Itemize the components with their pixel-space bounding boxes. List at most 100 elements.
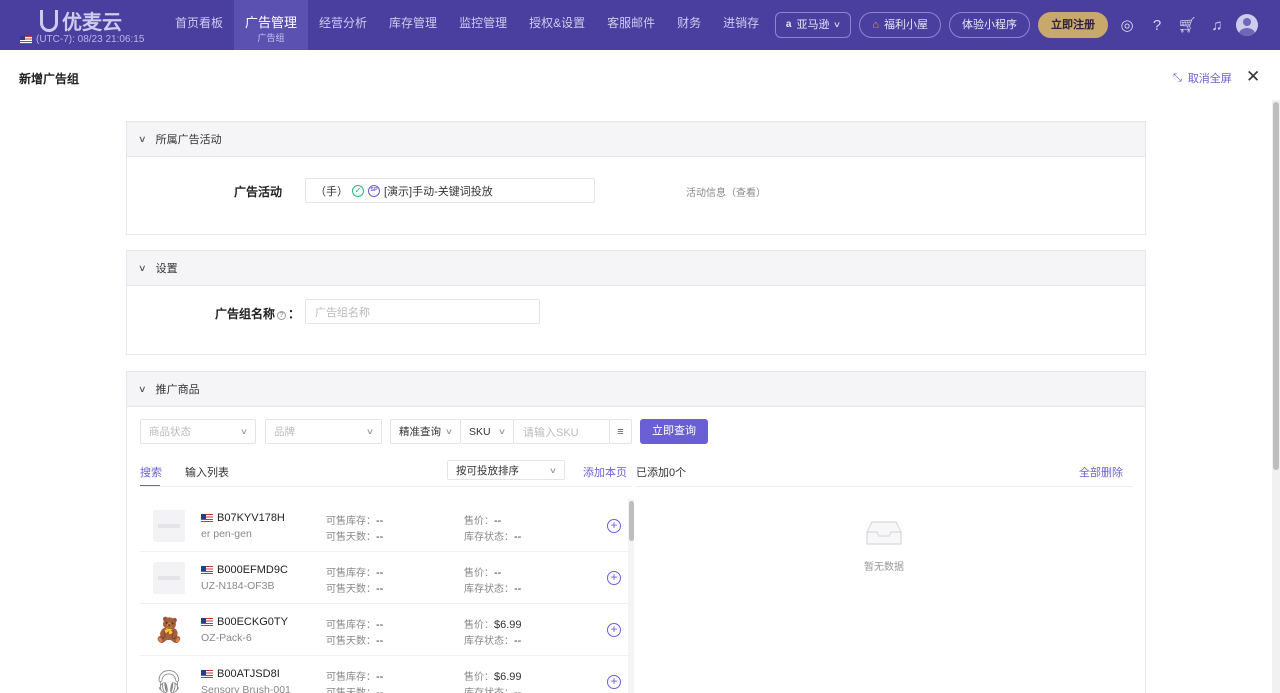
product-list-scrollbar-thumb[interactable]: [629, 501, 634, 541]
product-row: B07KYV178H er pen-gen 可售库存：-- 可售天数：-- 售价…: [140, 500, 630, 552]
sku-search-input[interactable]: 请输入SKU: [513, 419, 610, 444]
product-image: [153, 510, 185, 542]
campaign-label: 广告活动: [233, 185, 282, 199]
added-count: 已添加0个: [636, 467, 687, 479]
campaign-field[interactable]: （手） ✓ SP [演示]手动-关键词投放: [305, 178, 595, 203]
headphones-image: 🎧︎: [153, 666, 185, 693]
sort-select[interactable]: 按可投放排序 ∨: [447, 460, 565, 480]
days-field: 可售天数：--: [326, 635, 384, 647]
campaign-section-header[interactable]: ∨ 所属广告活动: [127, 122, 1145, 157]
nav-item-erp[interactable]: 进销存: [712, 0, 770, 50]
us-flag-icon: [201, 670, 213, 678]
product-sku: OZ-Pack-6: [201, 632, 252, 644]
drawer-scrollbar-thumb[interactable]: [1273, 102, 1279, 470]
days-field: 可售天数：--: [326, 531, 384, 543]
product-asin[interactable]: B07KYV178H: [217, 512, 285, 524]
tab-divider: [140, 486, 632, 487]
nav-item-finance[interactable]: 财务: [666, 0, 712, 50]
ai-assistant-icon[interactable]: ◎: [1116, 14, 1138, 36]
chevron-down-icon: ∨: [239, 427, 249, 436]
chevron-down-icon: ∨: [444, 427, 454, 436]
timezone-text: (UTC-7): 08/23 21:06:15: [36, 34, 145, 45]
price-field: 售价：--: [464, 515, 502, 527]
query-mode-select[interactable]: 精准查询 ∨: [390, 419, 461, 444]
chevron-down-icon: ∨: [497, 427, 507, 436]
shrink-icon: ⤡: [1173, 71, 1182, 84]
us-flag-icon: [201, 566, 213, 574]
product-status-select[interactable]: 商品状态 ∨: [140, 419, 256, 444]
product-asin[interactable]: B00ECKG0TY: [217, 616, 288, 628]
nav-item-mail[interactable]: 客服邮件: [596, 0, 666, 50]
stock-field: 可售库存：--: [326, 567, 384, 579]
products-section-header[interactable]: ∨ 推广商品: [127, 372, 1145, 407]
campaign-name: [演示]手动-关键词投放: [384, 185, 493, 198]
sp-badge-icon: SP: [368, 184, 380, 197]
nav-item-settings[interactable]: 授权&设置: [518, 0, 596, 50]
miniprogram-button[interactable]: 体验小程序: [949, 12, 1030, 38]
nav-sub-label: 广告组: [257, 33, 285, 43]
chevron-down-icon: ∨: [833, 20, 842, 29]
batch-input-button[interactable]: ≡: [609, 419, 632, 444]
campaign-info-link[interactable]: 活动信息（查看）: [686, 184, 766, 199]
nav-item-ads[interactable]: 广告管理 广告组: [234, 0, 309, 50]
brand-select[interactable]: 品牌 ∨: [265, 419, 382, 444]
topbar-actions: a 亚马逊 ∨ ⌂ 福利小屋 体验小程序 立即注册 ◎ ? 🛒︎ ♫︎: [774, 12, 1258, 38]
nav-item-inventory[interactable]: 库存管理: [378, 0, 448, 50]
stock-field: 可售库存：--: [326, 671, 384, 683]
days-field: 可售天数：--: [326, 687, 384, 693]
empty-inbox-icon: [866, 521, 902, 545]
product-sku: Sensory Brush-001: [201, 684, 291, 693]
tab-search[interactable]: 搜索: [140, 464, 162, 480]
chevron-down-icon: ∨: [138, 262, 147, 273]
logo[interactable]: 优麦云: [40, 6, 122, 35]
product-sku: UZ-N184-OF3B: [201, 580, 275, 592]
nav-item-analysis[interactable]: 经营分析: [308, 0, 378, 50]
us-flag-icon: [20, 35, 32, 44]
help-icon[interactable]: ?: [1146, 14, 1168, 36]
empty-state-text: 暂无数据: [864, 562, 904, 573]
question-icon[interactable]: ?: [276, 311, 286, 320]
nav-item-dashboard[interactable]: 首页看板: [164, 0, 234, 50]
chevron-down-icon: ∨: [365, 427, 375, 436]
days-field: 可售天数：--: [326, 583, 384, 595]
add-product-icon[interactable]: +: [607, 623, 621, 637]
delete-all-link[interactable]: 全部删除: [1079, 464, 1123, 480]
add-product-icon[interactable]: +: [607, 519, 621, 533]
product-row: B000EFMD9C UZ-N184-OF3B 可售库存：-- 可售天数：-- …: [140, 552, 630, 604]
close-icon[interactable]: ✕: [1246, 68, 1260, 86]
store-selector[interactable]: a 亚马逊 ∨: [774, 12, 852, 38]
register-button[interactable]: 立即注册: [1038, 12, 1108, 38]
campaign-section: ∨ 所属广告活动: [126, 121, 1146, 235]
product-image: [153, 562, 185, 594]
welfare-button[interactable]: ⌂ 福利小屋: [859, 12, 941, 38]
tab-input-list[interactable]: 输入列表: [185, 464, 229, 480]
stock-field: 可售库存：--: [326, 515, 384, 527]
chevron-down-icon: ∨: [548, 465, 558, 475]
nav-item-monitor[interactable]: 监控管理: [448, 0, 518, 50]
product-asin[interactable]: B000EFMD9C: [217, 564, 288, 576]
add-product-icon[interactable]: +: [607, 675, 621, 689]
bell-icon[interactable]: ♫︎: [1206, 14, 1228, 36]
product-row: 🎧︎ B00ATJSD8I Sensory Brush-001 可售库存：-- …: [140, 656, 630, 693]
stock-status-field: 库存状态：--: [464, 531, 522, 543]
stock-status-field: 库存状态：--: [464, 635, 522, 647]
add-page-link[interactable]: 添加本页: [583, 464, 627, 480]
price-field: 售价：--: [464, 567, 502, 579]
chevron-down-icon: ∨: [138, 133, 147, 144]
cancel-fullscreen-button[interactable]: ⤡ 取消全屏: [1173, 70, 1232, 86]
product-asin[interactable]: B00ATJSD8I: [217, 668, 280, 680]
adgroup-name-input[interactable]: 广告组名称: [305, 299, 540, 324]
timezone-clock: (UTC-7): 08/23 21:06:15: [20, 34, 144, 45]
list-lines-icon: ≡: [617, 425, 624, 438]
logo-mark-icon: [40, 9, 58, 32]
search-button[interactable]: 立即查询: [640, 419, 708, 444]
cart-icon[interactable]: 🛒︎: [1176, 14, 1198, 36]
add-product-icon[interactable]: +: [607, 571, 621, 585]
avatar[interactable]: [1236, 14, 1258, 36]
product-row: 🧸 B00ECKG0TY OZ-Pack-6 可售库存：-- 可售天数：-- 售…: [140, 604, 630, 656]
drawer-title: 新增广告组: [19, 72, 80, 86]
query-field-select[interactable]: SKU ∨: [461, 419, 514, 444]
teddy-bear-image: 🧸: [153, 614, 185, 646]
settings-section-header[interactable]: ∨ 设置: [127, 251, 1145, 286]
price-field: 售价：$6.99: [464, 619, 522, 631]
